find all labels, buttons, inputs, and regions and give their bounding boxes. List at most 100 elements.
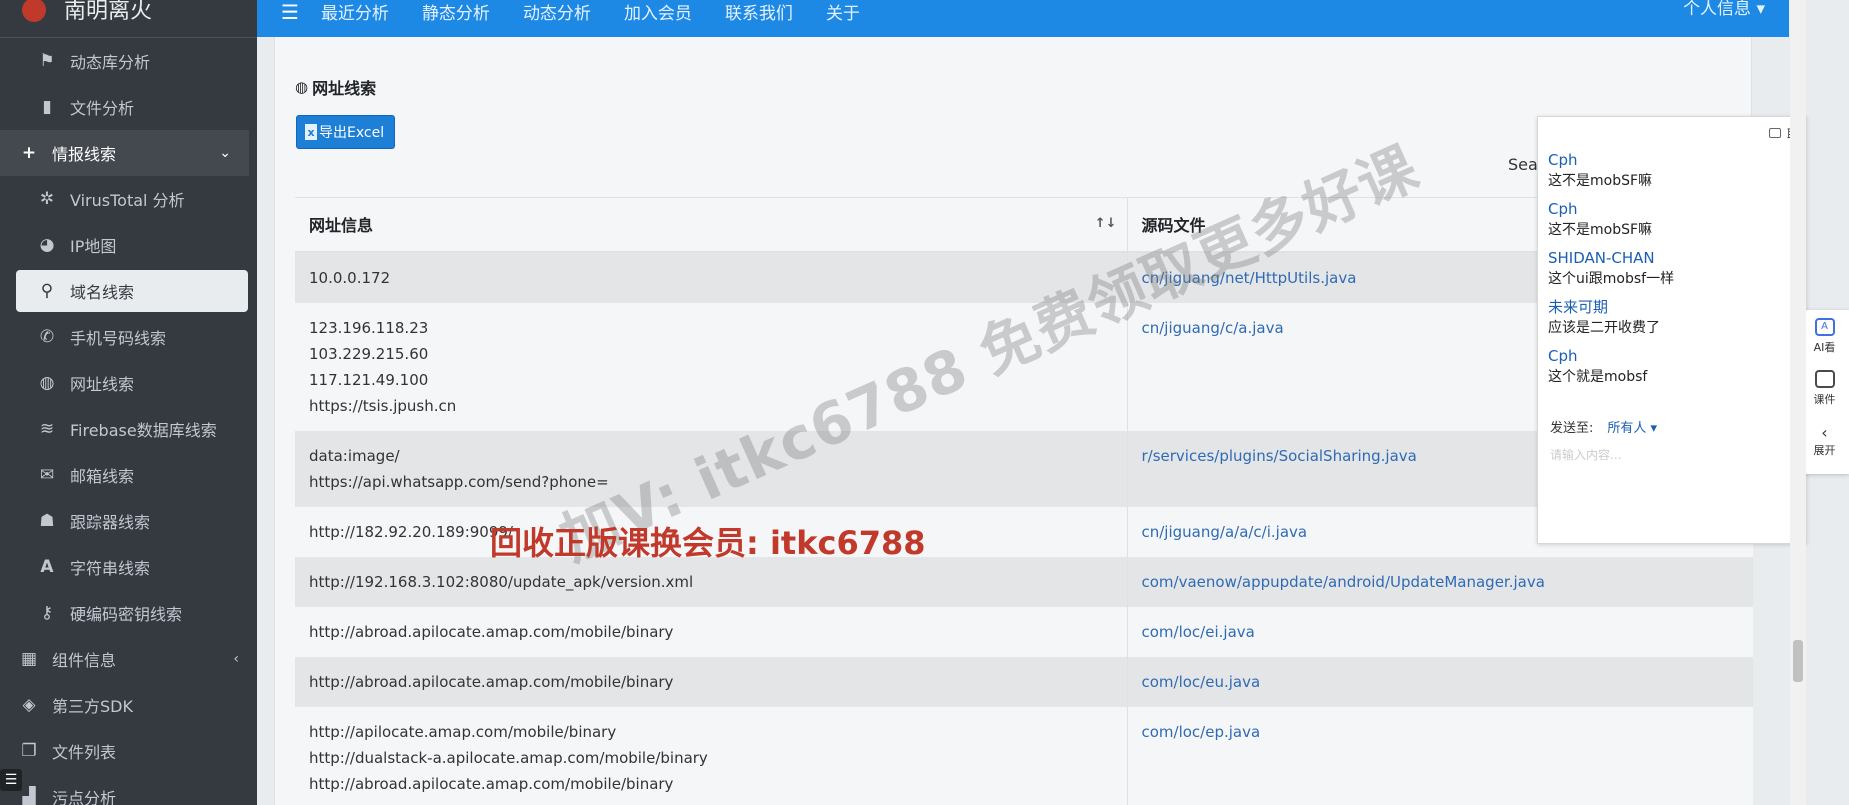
chat-sender: Cph xyxy=(1548,151,1578,169)
font-icon: A xyxy=(40,557,54,577)
tool-courseware[interactable]: 课件 xyxy=(1800,362,1849,414)
url-cell: http://apilocate.amap.com/mobile/binary h… xyxy=(295,706,1128,805)
watermark-red-text: 回收正版课换会员: itkc6788 xyxy=(490,524,926,562)
url-text: http://dualstack-a.apilocate.amap.com/mo… xyxy=(309,748,708,767)
source-file-link[interactable]: com/loc/ei.java xyxy=(1127,606,1753,657)
nav-about[interactable]: 关于 xyxy=(826,0,860,24)
chevron-left-icon: ‹ xyxy=(1821,422,1828,442)
url-cell: http://abroad.apilocate.amap.com/mobile/… xyxy=(295,656,1128,707)
table-row: http://apilocate.amap.com/mobile/binary h… xyxy=(295,706,1753,805)
sort-icon[interactable]: ↑↓ xyxy=(1095,216,1117,231)
sidebar-item-label: 硬编码密钥线索 xyxy=(70,605,183,624)
database-icon: ≋ xyxy=(39,419,55,439)
source-file-link[interactable]: com/vaenow/appupdate/android/UpdateManag… xyxy=(1127,556,1753,607)
section-title: ◍ 网址线索 xyxy=(295,75,376,99)
nav-join[interactable]: 加入会员 xyxy=(624,0,692,24)
chat-message: 未来可期应该是二开收费了 xyxy=(1538,296,1806,338)
layers-icon: ◈ xyxy=(22,695,36,715)
sidebar-item-file-analysis[interactable]: ▮ 文件分析 xyxy=(0,84,257,130)
sidebar-item-label: 文件分析 xyxy=(70,99,135,118)
sidebar-item-label: 组件信息 xyxy=(52,651,117,670)
url-text: http://abroad.apilocate.amap.com/mobile/… xyxy=(309,774,674,793)
chat-text: 应该是二开收费了 xyxy=(1548,320,1660,336)
sidebar-item-virustotal[interactable]: ✲ VirusTotal 分析 xyxy=(0,176,257,222)
key-icon: ⚷ xyxy=(40,603,54,623)
sidebar-item-label: 跟踪器线索 xyxy=(70,513,151,532)
sidebar-item-strings[interactable]: A 字符串线索 xyxy=(0,544,257,590)
chat-input[interactable]: 请输入内容... xyxy=(1538,436,1806,473)
sidebar-item-ip-map[interactable]: ◕ IP地图 xyxy=(0,222,257,268)
url-text: http://abroad.apilocate.amap.com/mobile/… xyxy=(309,622,674,641)
sidebar-item-label: 域名线索 xyxy=(70,283,135,302)
search-icon: ⚲ xyxy=(40,281,54,301)
sidebar-item-url[interactable]: ◍ 网址线索 xyxy=(0,360,257,406)
url-text: 10.0.0.172 xyxy=(309,268,391,287)
nav-recent[interactable]: 最近分析 xyxy=(321,0,389,24)
sidebar-item-file-list[interactable]: ❐ 文件列表 xyxy=(0,728,257,774)
grid-icon: ▦ xyxy=(20,649,38,669)
flag-icon: ⚑ xyxy=(39,51,55,71)
sidebar-item-label: 文件列表 xyxy=(52,743,117,762)
sidebar-item-label: 第三方SDK xyxy=(52,697,133,716)
url-text: http://apilocate.amap.com/mobile/binary xyxy=(309,722,617,741)
tool-expand[interactable]: ‹ 展开 xyxy=(1800,414,1849,466)
source-file-link[interactable]: com/loc/eu.java xyxy=(1127,656,1753,707)
sidebar-item-label: VirusTotal 分析 xyxy=(70,191,185,210)
send-to-dropdown[interactable]: 所有人 ▾ xyxy=(1607,421,1657,436)
sidebar-item-taint[interactable]: ▟ 污点分析 xyxy=(0,774,257,805)
chat-message: Cph 这不是mobSF嘛 xyxy=(1538,198,1806,240)
hamburger-icon[interactable]: ☰ xyxy=(281,0,299,24)
file-icon: ▮ xyxy=(42,97,52,117)
sidebar-item-intel[interactable]: + 情报线索 ⌄ xyxy=(0,130,249,176)
scrollbar-thumb[interactable] xyxy=(1793,640,1803,682)
excel-icon: x xyxy=(305,124,317,140)
export-excel-button[interactable]: x 导出Excel xyxy=(296,115,396,149)
sidebar-item-components[interactable]: ▦ 组件信息 ‹ xyxy=(0,636,257,682)
sidebar-item-phone[interactable]: ✆ 手机号码线索 xyxy=(0,314,257,360)
sidebar-item-label: 情报线索 xyxy=(52,145,117,164)
sidebar-item-sdk[interactable]: ◈ 第三方SDK xyxy=(0,682,257,728)
nav-contact[interactable]: 联系我们 xyxy=(725,0,793,24)
chat-icon xyxy=(1768,128,1781,138)
globe-icon: ◍ xyxy=(295,78,309,96)
chat-text: 这不是mobSF嘛 xyxy=(1548,222,1653,238)
page-scrollbar[interactable] xyxy=(1790,0,1806,805)
tool-ai[interactable]: A AI看 xyxy=(1800,310,1849,362)
source-file-link[interactable]: com/loc/ep.java xyxy=(1127,706,1753,805)
profile-dropdown[interactable]: 个人信息 ▾ xyxy=(1683,0,1765,19)
copy-icon: ❐ xyxy=(21,741,37,761)
globe-icon: ◍ xyxy=(39,373,55,393)
chat-sender: 未来可期 xyxy=(1548,298,1609,316)
sidebar-item-label: 网址线索 xyxy=(70,375,135,394)
list-icon[interactable]: ☰ xyxy=(0,769,22,791)
chevron-down-icon: ⌄ xyxy=(219,145,231,161)
brand[interactable]: 南明离火 xyxy=(0,0,257,38)
url-cell: http://abroad.apilocate.amap.com/mobile/… xyxy=(295,606,1128,657)
side-toolbar: A AI看 课件 ‹ 展开 xyxy=(1800,310,1849,474)
brand-name: 南明离火 xyxy=(64,0,153,24)
column-header-url[interactable]: 网址信息 ↑↓ xyxy=(295,197,1128,253)
url-text: http://192.168.3.102:8080/update_apk/ver… xyxy=(309,572,694,591)
nav-dynamic[interactable]: 动态分析 xyxy=(523,0,591,24)
courseware-icon xyxy=(1814,369,1835,388)
chat-text: 这个就是mobsf xyxy=(1548,369,1648,385)
url-text: http://abroad.apilocate.amap.com/mobile/… xyxy=(309,672,674,691)
envelope-icon: ✉ xyxy=(39,465,55,485)
sidebar-item-secrets[interactable]: ⚷ 硬编码密钥线索 xyxy=(0,590,257,636)
chat-message: Cph 这个就是mobsf xyxy=(1538,345,1806,387)
sidebar-item-domain[interactable]: ⚲ 域名线索 xyxy=(16,270,248,312)
sidebar-item-tracker[interactable]: ☗ 跟踪器线索 xyxy=(0,498,257,544)
sidebar-item-dynamic-lib[interactable]: ⚑ 动态库分析 xyxy=(0,38,257,84)
nav-static[interactable]: 静态分析 xyxy=(422,0,490,24)
table-row: data:image/https://api.whatsapp.com/send… xyxy=(295,430,1753,507)
brand-logo xyxy=(22,0,46,22)
section-title-text: 网址线索 xyxy=(312,79,377,98)
sidebar-item-firebase[interactable]: ≋ Firebase数据库线索 xyxy=(0,406,257,452)
chat-sender: SHIDAN-CHAN xyxy=(1548,249,1655,267)
sidebar-item-email[interactable]: ✉ 邮箱线索 xyxy=(0,452,257,498)
table-row: http://abroad.apilocate.amap.com/mobile/… xyxy=(295,656,1753,707)
table-row: http://192.168.3.102:8080/update_apk/ver… xyxy=(295,556,1753,607)
chat-panel: 聊 Cph 这不是mobSF嘛 Cph 这不是mobSF嘛 SHIDAN-CHAN 这个u… xyxy=(1537,116,1807,544)
url-text: https://tsis.jpush.cn xyxy=(309,396,457,415)
url-cell: http://192.168.3.102:8080/update_apk/ver… xyxy=(295,556,1128,607)
